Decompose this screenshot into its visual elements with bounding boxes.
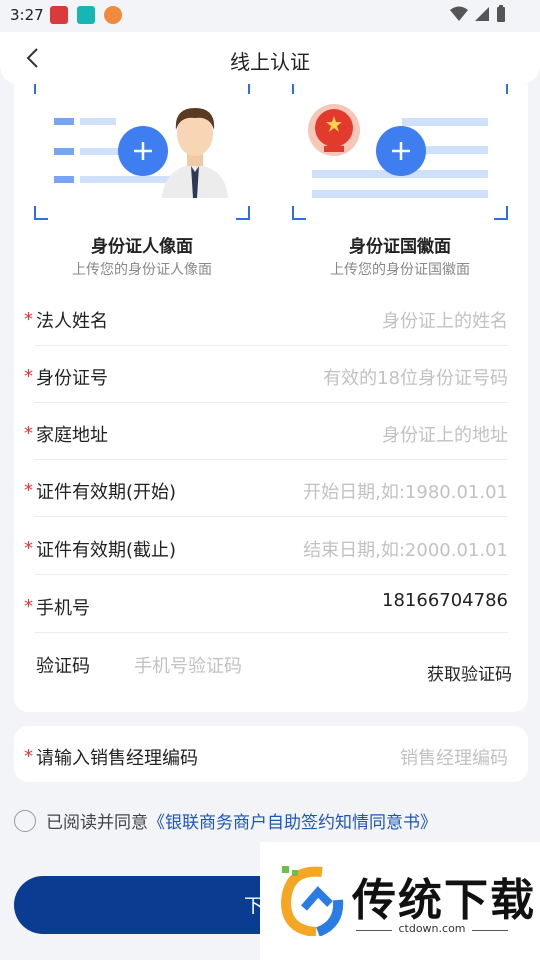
agree-radio[interactable]	[14, 809, 36, 832]
field-label: 验证码	[36, 656, 90, 677]
frame-corner	[236, 206, 250, 220]
system-icons	[450, 5, 506, 23]
required-mark: *	[24, 423, 33, 444]
verification-form-card: 身份证人像面 上传您的身份证人像面 身份证国徽面 上传您的身份证国徽面 * 法人…	[14, 84, 528, 712]
portrait-upload-title: 身份证人像面	[91, 237, 193, 257]
validity-end-input[interactable]: 结束日期,如:2000.01.01	[303, 536, 508, 562]
add-emblem-button[interactable]	[376, 126, 426, 176]
frame-corner	[494, 84, 508, 94]
required-mark: *	[24, 480, 33, 501]
app-notification-icon	[104, 6, 122, 24]
validity-start-input[interactable]: 开始日期,如:1980.01.01	[303, 478, 508, 504]
field-label: 家庭地址	[36, 425, 108, 446]
validity-end-field[interactable]: * 证件有效期(截止) 结束日期,如:2000.01.01	[24, 518, 508, 575]
home-address-field[interactable]: * 家庭地址 身份证上的地址	[24, 403, 508, 460]
page-title: 线上认证	[230, 50, 310, 74]
status-bar: 3:27	[0, 0, 540, 32]
home-address-input[interactable]: 身份证上的地址	[382, 421, 508, 447]
required-mark: *	[24, 366, 33, 387]
frame-corner	[34, 84, 48, 94]
required-mark: *	[24, 309, 33, 330]
field-label: 法人姓名	[36, 311, 108, 332]
id-portrait-upload[interactable]	[34, 84, 250, 220]
manager-code-field[interactable]: * 请输入销售经理编码 销售经理编码	[24, 726, 508, 783]
id-emblem-upload[interactable]	[292, 84, 508, 220]
agreement-link[interactable]: 《银联商务商户自助签约知情同意书》	[148, 808, 437, 833]
verify-code-input[interactable]: 手机号验证码	[134, 652, 242, 678]
frame-corner	[292, 206, 306, 220]
person-avatar-icon	[162, 108, 228, 198]
field-label: 手机号	[36, 598, 90, 619]
manager-code-card: * 请输入销售经理编码 销售经理编码	[14, 726, 528, 782]
divider	[472, 930, 508, 931]
field-label: 身份证号	[36, 368, 108, 389]
phone-input[interactable]: 18166704786	[382, 590, 508, 611]
app-notification-icon	[77, 6, 95, 24]
agreement-row: 已阅读并同意 《银联商务商户自助签约知情同意书》	[14, 808, 437, 833]
phone-field[interactable]: * 手机号 18166704786	[24, 576, 508, 633]
plus-icon	[134, 142, 152, 160]
required-mark: *	[24, 746, 33, 767]
app-notification-icon	[50, 6, 68, 24]
add-portrait-button[interactable]	[118, 126, 168, 176]
get-code-button[interactable]: 获取验证码	[427, 660, 512, 685]
id-number-input[interactable]: 有效的18位身份证号码	[323, 364, 508, 390]
watermark-logo-icon	[280, 866, 344, 936]
watermark-url: ctdown.com	[398, 922, 466, 935]
watermark-overlay: 传统下载 ctdown.com	[260, 842, 540, 960]
legal-name-field[interactable]: * 法人姓名 身份证上的姓名	[24, 289, 508, 346]
frame-corner	[494, 206, 508, 220]
battery-icon	[497, 5, 505, 22]
plus-icon	[392, 142, 410, 160]
emblem-upload-subtitle: 上传您的身份证国徽面	[330, 262, 470, 278]
field-label: 证件有效期(截止)	[36, 540, 177, 561]
emblem-upload-title: 身份证国徽面	[349, 237, 451, 257]
frame-corner	[34, 206, 48, 220]
agreement-text: 已阅读并同意	[46, 813, 148, 833]
field-label: 请输入销售经理编码	[36, 748, 198, 769]
required-mark: *	[24, 538, 33, 559]
watermark-title: 传统下载	[352, 875, 536, 926]
required-mark: *	[24, 596, 33, 617]
field-label: 证件有效期(开始)	[36, 482, 177, 503]
frame-corner	[236, 84, 250, 94]
app-header: 线上认证	[0, 32, 540, 84]
wifi-icon	[450, 6, 468, 21]
manager-code-input[interactable]: 销售经理编码	[400, 744, 508, 770]
frame-corner	[292, 84, 306, 94]
signal-icon	[475, 7, 489, 21]
portrait-upload-subtitle: 上传您的身份证人像面	[72, 262, 212, 278]
legal-name-input[interactable]: 身份证上的姓名	[382, 307, 508, 333]
status-time: 3:27	[10, 6, 44, 24]
validity-start-field[interactable]: * 证件有效期(开始) 开始日期,如:1980.01.01	[24, 460, 508, 517]
id-number-field[interactable]: * 身份证号 有效的18位身份证号码	[24, 346, 508, 403]
